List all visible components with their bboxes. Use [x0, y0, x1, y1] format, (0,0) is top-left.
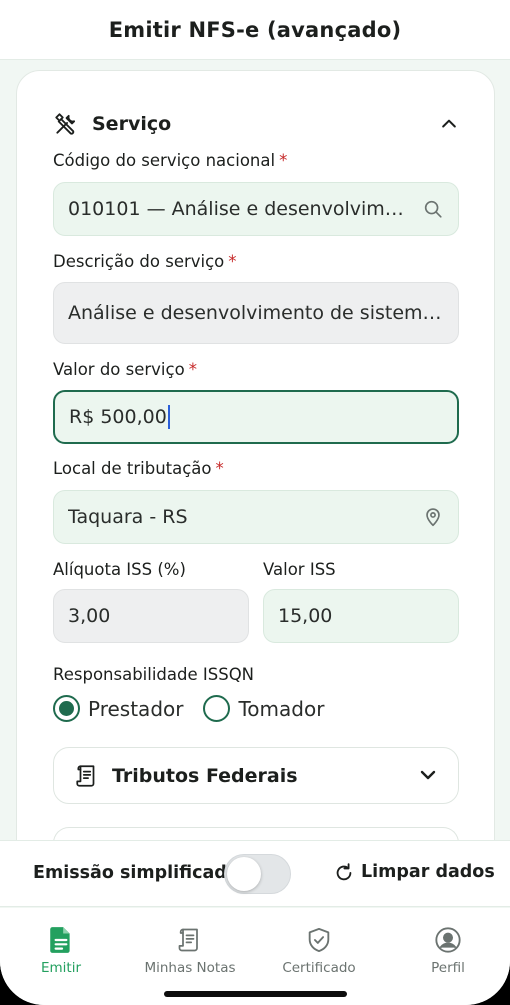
bottom-action-bar: Emissão simplificada Limpar dados: [0, 840, 510, 907]
document-icon: [50, 927, 70, 953]
shield-check-icon: [308, 927, 330, 953]
nav-item-perfil[interactable]: Perfil: [388, 926, 508, 976]
nav-item-minhas-notas[interactable]: Minhas Notas: [130, 926, 250, 976]
location-pin-icon[interactable]: [422, 506, 444, 528]
clear-data-label: Limpar dados: [361, 862, 495, 882]
app-screen: Emitir NFS-e (avançado) Serviço Código d…: [0, 0, 510, 1005]
codigo-value: 010101 — Análise e desenvolvimento de si…: [68, 198, 412, 220]
search-icon[interactable]: [422, 198, 444, 220]
local-label-text: Local de tributação: [53, 459, 212, 478]
valor-iss-label: Valor ISS: [263, 560, 336, 579]
required-marker: *: [215, 459, 224, 478]
tributos-federais-accordion[interactable]: Tributos Federais: [53, 747, 459, 804]
required-marker: *: [228, 252, 237, 271]
top-header: Emitir NFS-e (avançado): [0, 0, 510, 60]
chevron-up-icon: [442, 119, 456, 128]
nav-item-certificado[interactable]: Certificado: [259, 926, 379, 976]
aliquota-label: Alíquota ISS (%): [53, 560, 186, 579]
radio-tomador[interactable]: [203, 695, 231, 722]
valor-iss-value: 15,00: [278, 605, 333, 627]
local-label: Local de tributação *: [53, 459, 224, 478]
home-indicator: [164, 991, 347, 997]
page-title: Emitir NFS-e (avançado): [108, 17, 402, 42]
responsabilidade-label: Responsabilidade ISSQN: [53, 665, 255, 684]
valor-label-text: Valor do serviço: [53, 360, 185, 379]
valor-servico-input[interactable]: R$ 500,00: [53, 390, 459, 444]
descricao-label-text: Descrição do serviço: [53, 252, 225, 271]
local-value: Taquara - RS: [68, 506, 188, 528]
required-marker: *: [188, 360, 197, 379]
tributos-title: Tributos Federais: [112, 764, 298, 787]
aliquota-value: 3,00: [68, 605, 111, 627]
local-tributacao-field[interactable]: Taquara - RS: [53, 490, 459, 544]
radio-selected-dot: [59, 701, 74, 716]
nav-item-emitir[interactable]: Emitir: [1, 926, 121, 976]
descricao-label: Descrição do serviço *: [53, 252, 237, 271]
refresh-icon: [336, 863, 352, 881]
responsabilidade-radio-group: Prestador Tomador: [53, 695, 344, 722]
receipt-icon: [178, 928, 198, 952]
section-title: Serviço: [92, 113, 172, 135]
simplified-mode-toggle[interactable]: [224, 854, 291, 894]
toggle-knob: [227, 857, 261, 891]
radio-tomador-label[interactable]: Tomador: [238, 697, 324, 721]
valor-label: Valor do serviço *: [53, 360, 197, 379]
receipt-icon: [76, 764, 95, 787]
nav-label: Emitir: [40, 960, 82, 976]
simplified-mode-label: Emissão simplificada: [33, 863, 239, 883]
user-circle-icon: [435, 927, 461, 953]
service-card: Serviço Código do serviço nacional * 0101…: [16, 70, 495, 877]
codigo-label: Código do serviço nacional *: [53, 151, 287, 170]
section-header[interactable]: Serviço: [53, 111, 458, 137]
clear-data-button[interactable]: Limpar dados: [333, 861, 495, 883]
descricao-field[interactable]: Análise e desenvolvimento de sistemas.: [53, 282, 459, 344]
nav-label: Minhas Notas: [144, 960, 236, 976]
nav-label: Perfil: [431, 960, 465, 976]
descricao-value: Análise e desenvolvimento de sistemas.: [68, 302, 444, 324]
text-caret: [167, 405, 170, 429]
aliquota-field[interactable]: 3,00: [53, 589, 249, 643]
codigo-servico-field[interactable]: 010101 — Análise e desenvolvimento de si…: [53, 182, 459, 236]
radio-prestador[interactable]: [53, 695, 80, 722]
radio-prestador-label[interactable]: Prestador: [88, 697, 183, 721]
codigo-label-text: Código do serviço nacional: [53, 151, 276, 170]
required-marker: *: [279, 151, 288, 170]
nav-label: Certificado: [282, 960, 356, 976]
collapse-button[interactable]: [434, 109, 464, 139]
chevron-down-icon: [420, 770, 436, 780]
tools-icon: [55, 113, 76, 135]
valor-iss-field[interactable]: 15,00: [263, 589, 459, 643]
valor-value: R$ 500,00: [69, 406, 167, 428]
